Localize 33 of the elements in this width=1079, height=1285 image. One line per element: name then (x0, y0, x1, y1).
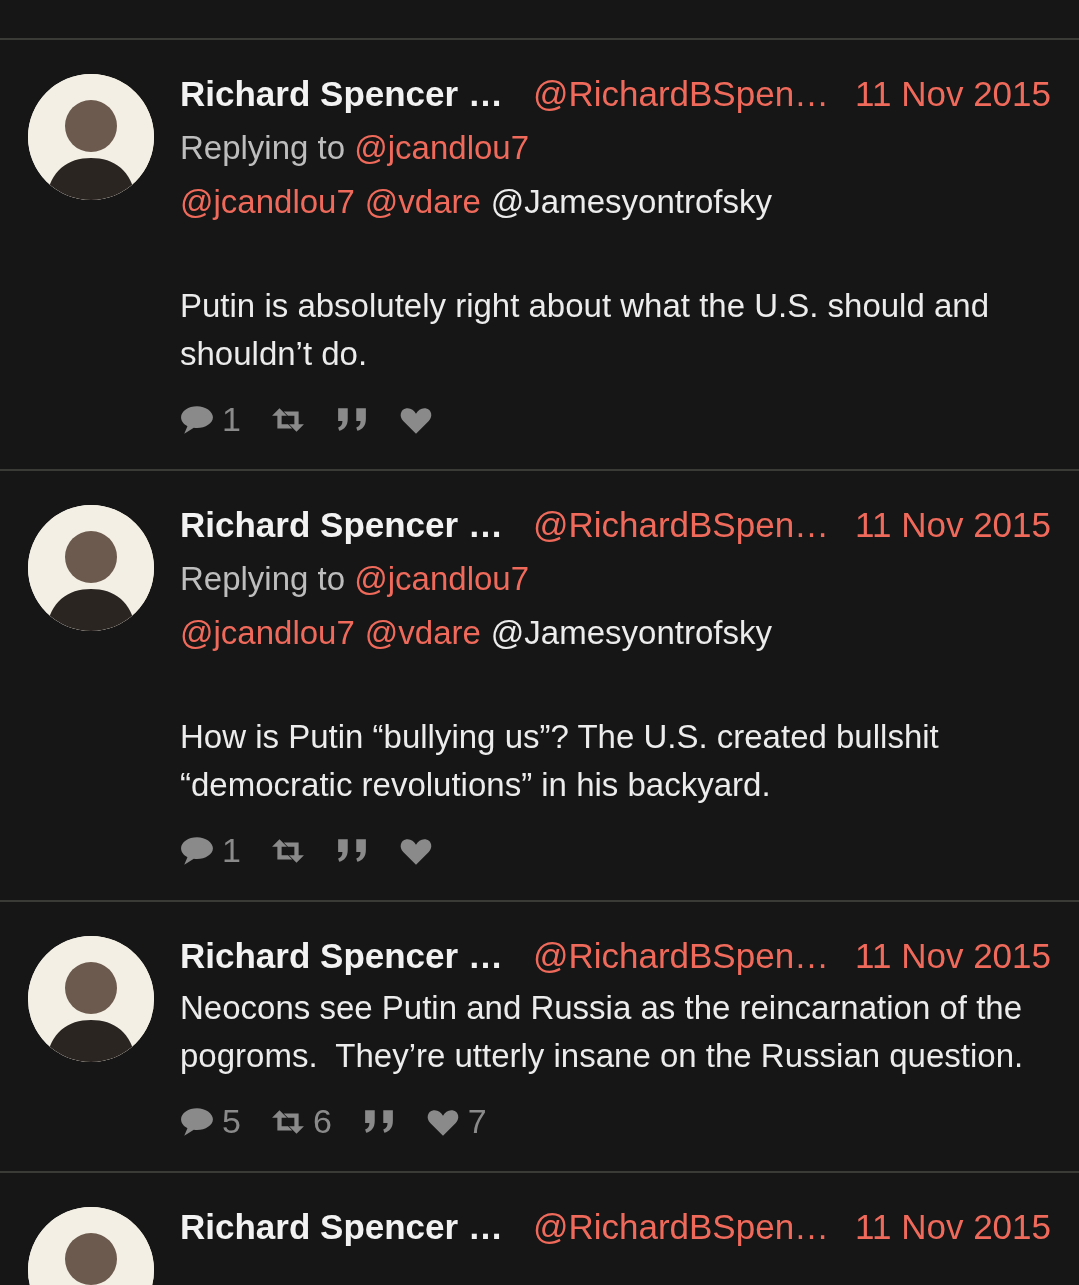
author-handle[interactable]: @RichardBSpen… (532, 74, 830, 114)
mention-text: @Jamesyontrofsky (490, 614, 772, 651)
speech-bubble-icon[interactable] (180, 834, 214, 867)
tweet-date[interactable]: 11 Nov 2015 (855, 936, 1051, 976)
tweet-date[interactable]: 11 Nov 2015 (855, 505, 1051, 545)
mention-link[interactable]: @jcandlou7 (354, 560, 530, 597)
replying-to-label: Replying to (180, 129, 346, 166)
author-handle[interactable]: @RichardBSpen… (532, 1207, 830, 1247)
tweet-text: How is Putin “bullying us”? The U.S. created bullshit “democratic revolutions” in his backyard. (180, 717, 940, 805)
author-handle[interactable]: @RichardBSpen… (532, 505, 830, 545)
tweet-date[interactable]: 11 Nov 2015 (855, 1207, 1051, 1247)
tweet-date[interactable]: 11 Nov 2015 (855, 74, 1051, 114)
action-count: 1 (222, 400, 241, 439)
action-count: 1 (222, 831, 241, 870)
mention-link[interactable]: @jcandlou7 (180, 614, 355, 651)
mention-link[interactable]: @vdare (364, 614, 481, 651)
action-count: 6 (312, 1102, 332, 1141)
author-name[interactable]: Richard Spencer … (180, 505, 503, 545)
mention-link[interactable]: @vdare (364, 183, 481, 220)
action-count: 5 (222, 1102, 241, 1141)
speech-bubble-icon[interactable] (180, 1105, 214, 1138)
mention-text: @Jamesyontrofsky (490, 183, 772, 220)
author-name[interactable]: Richard Spencer … (180, 1207, 503, 1247)
author-name[interactable]: Richard Spencer … (180, 74, 503, 114)
author-handle[interactable]: @RichardBSpen… (532, 936, 830, 976)
replying-to-label: Replying to (180, 560, 346, 597)
speech-bubble-icon[interactable] (180, 403, 214, 436)
mention-link[interactable]: @jcandlou7 (180, 183, 355, 220)
tweet-text: Neocons see Putin and Russia as the reincarnation of the pogroms. They’re utterly insane on the Russian question. (180, 988, 1025, 1076)
mention-link[interactable]: @jcandlou7 (354, 129, 530, 166)
tweet-text: Putin is absolutely right about what the U.S. should and shouldn’t do. (180, 286, 990, 374)
author-name[interactable]: Richard Spencer … (180, 936, 503, 976)
action-count: 7 (467, 1102, 487, 1141)
